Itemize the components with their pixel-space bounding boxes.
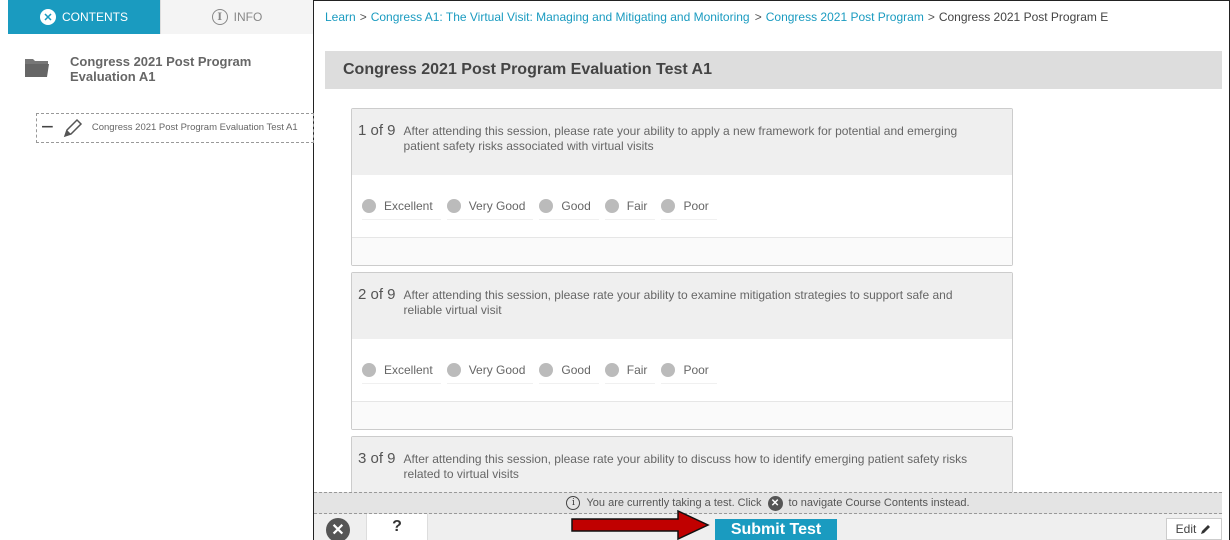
question-card: 3 of 9 After attending this session, ple… [351, 436, 1013, 493]
bottom-toolbar: ✕ ? Submit Test Edit [314, 514, 1222, 540]
answer-options: Excellent Very Good Good Fair Poor [352, 339, 1012, 401]
course-contents-panel: ✕ CONTENTS i INFO Congress 2021 Post Pro… [8, 0, 314, 540]
tab-info-label: INFO [233, 10, 263, 24]
sidebar-item-test[interactable]: − Congress 2021 Post Program Evaluation … [36, 113, 314, 143]
info-icon: i [211, 9, 228, 25]
page-title: Congress 2021 Post Program Evaluation Te… [325, 51, 1222, 89]
question-card: 2 of 9 After attending this session, ple… [351, 272, 1013, 430]
course-header[interactable]: Congress 2021 Post Program Evaluation A1 [8, 34, 313, 84]
radio-button[interactable] [446, 198, 461, 213]
edit-button[interactable]: Edit [1166, 518, 1222, 540]
radio-button[interactable] [604, 362, 619, 377]
panel-tabs: ✕ CONTENTS i INFO [8, 0, 313, 34]
info-icon: i [566, 496, 581, 510]
submit-test-button[interactable]: Submit Test [715, 519, 837, 540]
test-content[interactable]: 1 of 9 After attending this session, ple… [325, 89, 1222, 493]
breadcrumb-separator: > [359, 10, 367, 24]
question-text: After attending this session, please rat… [403, 452, 968, 481]
breadcrumb-separator: > [927, 10, 935, 24]
close-contents-button[interactable]: ✕ [326, 518, 350, 540]
collapse-icon[interactable]: − [41, 115, 54, 138]
tab-contents-label: CONTENTS [62, 10, 128, 24]
option-very-good[interactable]: Very Good [446, 356, 534, 384]
question-header: 2 of 9 After attending this session, ple… [352, 273, 1012, 339]
option-label: Good [561, 362, 591, 377]
breadcrumb: Learn > Congress A1: The Virtual Visit: … [325, 0, 1230, 34]
close-circle-icon[interactable]: ✕ [767, 495, 783, 511]
option-good[interactable]: Good [539, 356, 599, 384]
breadcrumb-program[interactable]: Congress 2021 Post Program [766, 10, 924, 24]
breadcrumb-current: Congress 2021 Post Program E [938, 10, 1109, 24]
question-footer [352, 401, 1012, 429]
help-button[interactable]: ? [366, 514, 428, 540]
red-arrow-annotation [571, 510, 710, 540]
option-label: Fair [626, 198, 648, 213]
option-excellent[interactable]: Excellent [362, 192, 441, 220]
question-number: 1 of 9 [358, 122, 396, 139]
folder-icon [25, 59, 49, 77]
help-label: ? [392, 518, 402, 535]
option-label: Very Good [468, 362, 526, 377]
option-poor[interactable]: Poor [661, 356, 717, 384]
option-fair[interactable]: Fair [604, 192, 656, 220]
pencil-icon [63, 118, 82, 138]
option-good[interactable]: Good [539, 192, 599, 220]
close-circle-icon: ✕ [40, 9, 56, 25]
radio-button[interactable] [362, 198, 376, 213]
option-label: Poor [683, 362, 709, 377]
question-card: 1 of 9 After attending this session, ple… [351, 108, 1013, 266]
radio-button[interactable] [539, 362, 554, 377]
option-very-good[interactable]: Very Good [446, 192, 534, 220]
radio-button[interactable] [446, 362, 461, 377]
option-label: Excellent [384, 362, 433, 377]
option-label: Fair [626, 362, 648, 377]
tab-info[interactable]: i INFO [160, 0, 313, 34]
option-label: Good [561, 198, 591, 213]
option-label: Excellent [384, 198, 433, 213]
question-header: 1 of 9 After attending this session, ple… [352, 109, 1012, 175]
question-text: After attending this session, please rat… [403, 124, 958, 153]
question-footer [352, 237, 1012, 265]
option-fair[interactable]: Fair [604, 356, 656, 384]
question-header: 3 of 9 After attending this session, ple… [352, 437, 1012, 493]
submit-label: Submit Test [730, 520, 822, 538]
radio-button[interactable] [661, 198, 676, 213]
test-notice-bar: i You are currently taking a test. Click… [314, 492, 1222, 514]
question-number: 2 of 9 [358, 286, 396, 303]
edit-label: Edit [1175, 522, 1197, 536]
radio-button[interactable] [604, 198, 619, 213]
breadcrumb-course[interactable]: Congress A1: The Virtual Visit: Managing… [371, 10, 751, 24]
answer-options: Excellent Very Good Good Fair Poor [352, 175, 1012, 237]
option-label: Very Good [468, 198, 526, 213]
option-label: Poor [683, 198, 709, 213]
tab-contents[interactable]: ✕ CONTENTS [8, 0, 160, 34]
radio-button[interactable] [539, 198, 554, 213]
option-excellent[interactable]: Excellent [362, 356, 441, 384]
radio-button[interactable] [661, 362, 676, 377]
page-title-text: Congress 2021 Post Program Evaluation Te… [343, 61, 713, 78]
radio-button[interactable] [362, 362, 376, 377]
notice-text-before: You are currently taking a test. Click [586, 497, 762, 509]
course-title: Congress 2021 Post Program Evaluation A1 [70, 54, 252, 84]
breadcrumb-separator: > [754, 10, 762, 24]
pencil-icon [1201, 525, 1211, 534]
breadcrumb-learn[interactable]: Learn [325, 10, 356, 24]
question-text: After attending this session, please rat… [403, 288, 953, 317]
option-poor[interactable]: Poor [661, 192, 717, 220]
sidebar-item-label: Congress 2021 Post Program Evaluation Te… [91, 122, 298, 133]
notice-text-after: to navigate Course Contents instead. [788, 497, 970, 509]
question-number: 3 of 9 [358, 450, 396, 467]
